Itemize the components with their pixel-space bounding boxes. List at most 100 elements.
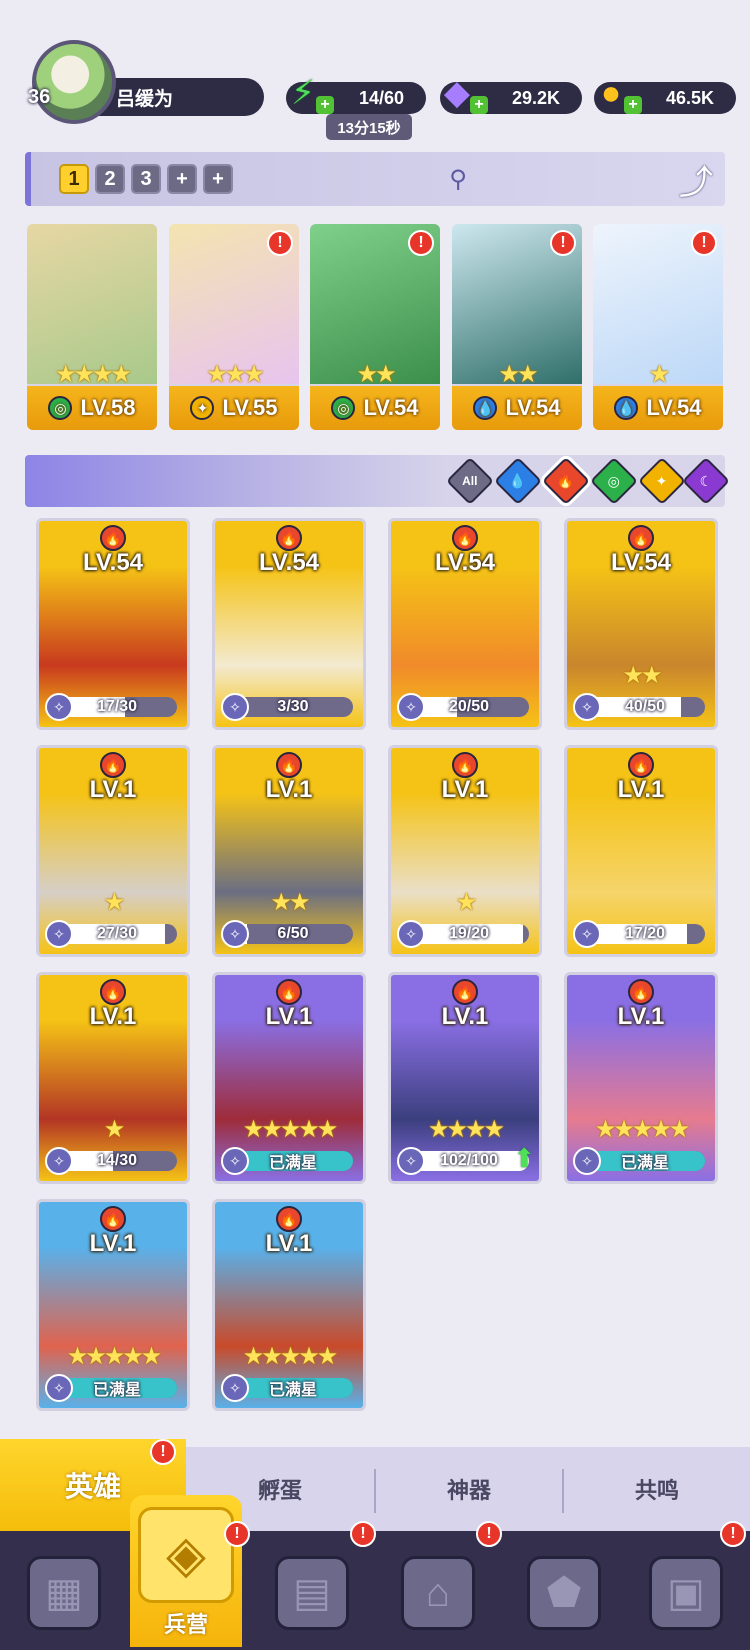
- hero-stars: ★: [103, 1116, 126, 1143]
- hero-card[interactable]: 🔥 LV.1 ★★★★★ ✧ 已满星: [212, 1199, 366, 1411]
- nav-quests[interactable]: ▣: [630, 1541, 742, 1645]
- hero-card[interactable]: 🔥 LV.1 ★★★★★ ✧ 已满星: [212, 972, 366, 1184]
- fire-element-icon: 🔥: [628, 979, 654, 1005]
- hero-shard-icon: ✧: [397, 1147, 425, 1175]
- hero-shard-icon: ✧: [221, 920, 249, 948]
- player-name: 吕缓为: [116, 88, 174, 110]
- filter-water-icon[interactable]: 💧: [493, 456, 543, 506]
- hero-card[interactable]: 🔥 LV.54 ✧ 3/30: [212, 518, 366, 730]
- hero-stars: ★★: [622, 662, 662, 689]
- add-gold-button[interactable]: +: [624, 96, 642, 114]
- progress-text: 已满星: [268, 1155, 317, 1171]
- hero-stars: ★★: [356, 361, 396, 388]
- cards-icon: ▦: [27, 1556, 101, 1630]
- shard-progress-bar: 14/30: [57, 1151, 177, 1171]
- hero-card[interactable]: 🔥 LV.1 ✧ 17/20: [564, 745, 718, 957]
- hero-card[interactable]: 🔥 LV.1 ★ ✧ 19/20: [388, 745, 542, 957]
- tab-artifacts[interactable]: 神器: [376, 1447, 562, 1531]
- hero-level-bar: ◎ LV.54: [310, 386, 440, 430]
- energy-timer: 13分15秒: [326, 114, 412, 140]
- gem-counter[interactable]: ◆ + 29.2K: [440, 74, 582, 114]
- team-hero-card[interactable]: ★★★★ ◎ LV.58: [27, 224, 157, 430]
- hero-level: LV.1: [441, 776, 489, 803]
- nav-barracks-label: 兵营: [163, 1612, 208, 1637]
- fire-element-icon: 🔥: [628, 525, 654, 551]
- progress-text: 17/20: [624, 925, 666, 942]
- progress-text: 6/50: [277, 925, 309, 942]
- sub-tab-bar: 英雄 ! 孵蛋 神器 共鸣: [0, 1439, 750, 1531]
- nav-guild[interactable]: ⬟: [508, 1541, 620, 1645]
- shard-progress-bar: 已满星: [233, 1378, 353, 1398]
- nav-shop[interactable]: ⌂: [382, 1541, 494, 1645]
- hero-card[interactable]: 🔥 LV.54 ✧ 20/50: [388, 518, 542, 730]
- hero-level: LV.54: [363, 395, 419, 420]
- progress-text: 27/30: [96, 925, 138, 942]
- shard-progress-bar: 27/30: [57, 924, 177, 944]
- hero-level: LV.1: [617, 776, 665, 803]
- energy-counter[interactable]: ⚡ + 14/60: [286, 74, 426, 114]
- fire-element-icon: 🔥: [628, 752, 654, 778]
- add-energy-button[interactable]: +: [316, 96, 334, 114]
- team-slot-add-2[interactable]: +: [203, 164, 233, 194]
- hero-level: LV.58: [80, 395, 136, 420]
- share-icon[interactable]: ⤴: [673, 156, 719, 202]
- team-slot-3[interactable]: 3: [131, 164, 161, 194]
- hero-card[interactable]: 🔥 LV.1 ★★★★★ ✧ 已满星: [36, 1199, 190, 1411]
- gem-value: 29.2K: [511, 87, 560, 108]
- filter-wind-icon[interactable]: ◎: [589, 456, 639, 506]
- progress-text: 20/50: [448, 698, 490, 715]
- alert-icon: !: [150, 1439, 176, 1465]
- hero-shard-icon: ✧: [573, 920, 601, 948]
- bottom-navigation: ▦ ◈ 兵营 ! ▤ ! ⌂ ! ⬟ ▣ !: [0, 1495, 750, 1650]
- team-slot-1[interactable]: 1: [59, 164, 89, 194]
- gold-value: 46.5K: [665, 87, 714, 108]
- search-icon[interactable]: ⚲: [443, 164, 473, 194]
- hero-stars: ★: [648, 361, 671, 388]
- nav-barracks[interactable]: ◈ 兵营: [130, 1495, 242, 1647]
- nav-cards[interactable]: ▦: [8, 1541, 120, 1645]
- progress-text: 17/30: [96, 698, 138, 715]
- hero-card[interactable]: 🔥 LV.1 ★★★★ ✧ 102/100 ⬆: [388, 972, 542, 1184]
- shard-progress-bar: 20/50: [409, 697, 529, 717]
- progress-text: 14/30: [96, 1152, 138, 1169]
- hero-stars: ★★★: [206, 361, 265, 388]
- team-slot-2[interactable]: 2: [95, 164, 125, 194]
- progress-text: 已满星: [268, 1382, 317, 1398]
- nav-book[interactable]: ▤: [256, 1541, 368, 1645]
- hero-card[interactable]: 🔥 LV.1 ★★ ✧ 6/50: [212, 745, 366, 957]
- progress-text: 19/20: [448, 925, 490, 942]
- progress-text: 3/30: [277, 698, 309, 715]
- book-icon: ▤: [275, 1556, 349, 1630]
- upgrade-arrow-icon[interactable]: ⬆: [513, 1143, 535, 1174]
- filter-light-icon[interactable]: ✦: [637, 456, 687, 506]
- alert-icon: !: [691, 230, 717, 256]
- hero-level: LV.55: [222, 395, 278, 420]
- hero-card[interactable]: 🔥 LV.54 ✧ 17/30: [36, 518, 190, 730]
- filter-fire-icon[interactable]: 🔥: [541, 456, 591, 506]
- alert-icon: !: [267, 230, 293, 256]
- hero-shard-icon: ✧: [573, 1147, 601, 1175]
- hero-card[interactable]: 🔥 LV.1 ★★★★★ ✧ 已满星: [564, 972, 718, 1184]
- fire-element-icon: 🔥: [100, 1206, 126, 1232]
- fire-element-icon: 🔥: [276, 979, 302, 1005]
- water-element-icon: 💧: [614, 396, 639, 420]
- hero-card[interactable]: 🔥 LV.1 ★ ✧ 14/30: [36, 972, 190, 1184]
- gold-counter[interactable]: ● + 46.5K: [594, 74, 736, 114]
- filter-all[interactable]: All: [445, 456, 495, 506]
- progress-text: 已满星: [620, 1155, 669, 1171]
- filter-dark-icon[interactable]: ☾: [681, 456, 731, 506]
- add-gems-button[interactable]: +: [470, 96, 488, 114]
- hero-card[interactable]: 🔥 LV.54 ★★ ✧ 40/50: [564, 518, 718, 730]
- player-level: 36: [28, 86, 51, 108]
- hero-stars: ★★: [270, 889, 310, 916]
- tab-resonance[interactable]: 共鸣: [564, 1447, 750, 1531]
- element-filter-bar: All 💧 🔥 ◎ ✦ ☾: [25, 455, 731, 507]
- fire-element-icon: 🔥: [276, 752, 302, 778]
- hero-level-bar: 💧 LV.54: [452, 386, 582, 430]
- player-avatar[interactable]: [32, 40, 116, 124]
- quests-icon: ▣: [649, 1556, 723, 1630]
- fire-element-icon: 🔥: [276, 1206, 302, 1232]
- shard-progress-bar: 已满星: [585, 1151, 705, 1171]
- hero-card[interactable]: 🔥 LV.1 ★ ✧ 27/30: [36, 745, 190, 957]
- team-slot-add-1[interactable]: +: [167, 164, 197, 194]
